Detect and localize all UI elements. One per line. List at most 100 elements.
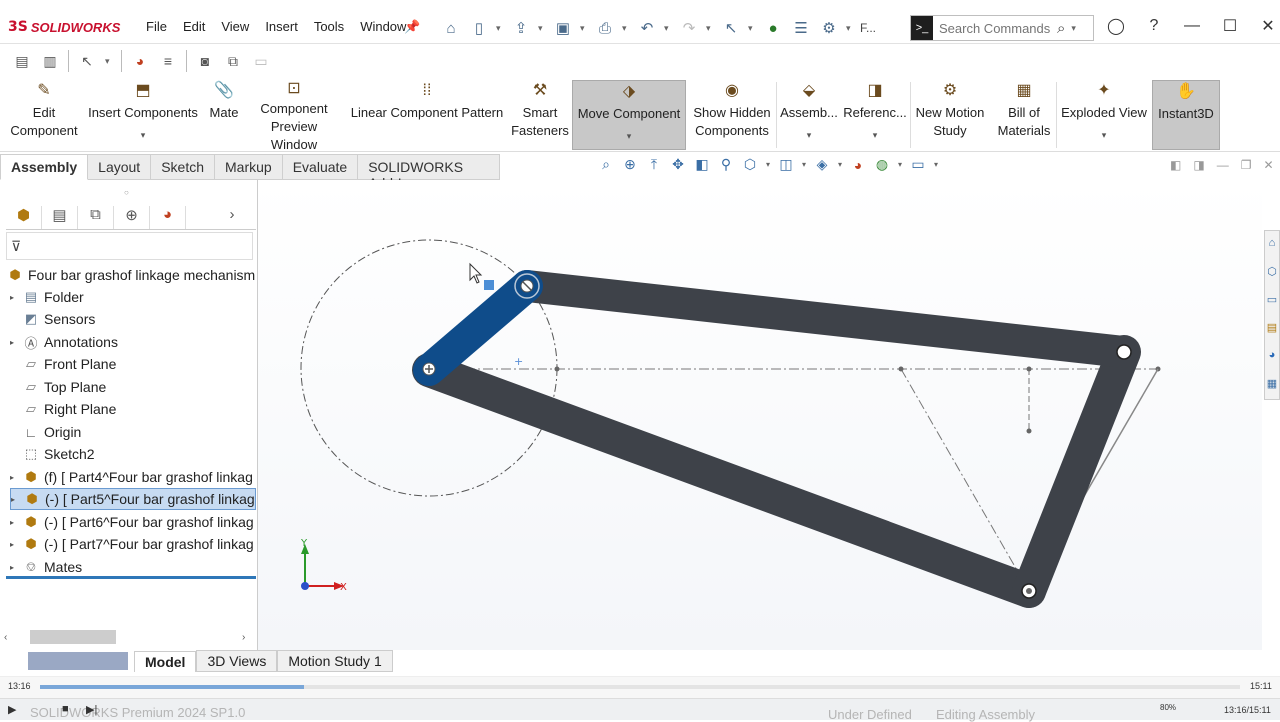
chevron-down-icon[interactable]: ▾ [1102, 130, 1107, 140]
tree-item-folder[interactable]: ▸ ▤ Folder [10, 286, 84, 308]
design-library-icon[interactable]: ⬡ [1265, 259, 1279, 287]
dynamic-annotation-icon[interactable]: ⚲ [716, 156, 736, 173]
tree-item-part7[interactable]: ▸ ⬢ (-) [ Part7^Four bar grashof linkag [10, 533, 256, 555]
graphics-area[interactable]: + Y X [258, 180, 1262, 650]
tree-item-front-plane[interactable]: ▱ Front Plane [10, 353, 116, 375]
chevron-down-icon[interactable]: ▾ [748, 23, 756, 34]
chevron-down-icon[interactable]: ▾ [764, 160, 772, 169]
smart-fasteners-button[interactable]: ⚒ Smart Fasteners [508, 80, 572, 150]
select-icon[interactable]: ↖ [720, 17, 742, 39]
menu-insert[interactable]: Insert [257, 19, 306, 39]
view-settings-icon[interactable]: ▭ [908, 156, 928, 173]
chevron-down-icon[interactable]: ▾ [873, 130, 878, 140]
edit-appearance-icon[interactable]: ◕ [848, 157, 868, 173]
record-icon[interactable]: ▭ [251, 51, 271, 71]
instant3d-button[interactable]: ✋ Instant3D [1152, 80, 1220, 150]
menu-edit[interactable]: Edit [175, 19, 213, 39]
component-preview-window-button[interactable]: ⊡ Component Preview Window [246, 80, 342, 152]
search-icon[interactable]: ⌕ [1057, 20, 1065, 37]
move-component-button[interactable]: ⬗ Move Component ▾ [572, 80, 686, 150]
new-document-icon[interactable]: ▯ [468, 17, 490, 39]
insert-components-button[interactable]: ⬒ Insert Components ▾ [84, 80, 202, 150]
dimxpert-tab-icon[interactable]: ⊕ [114, 206, 150, 229]
chevron-down-icon[interactable]: ▾ [896, 160, 904, 169]
pan-icon[interactable]: ✥ [668, 156, 688, 173]
tree-item-sketch2[interactable]: ⬚ Sketch2 [10, 443, 95, 465]
scroll-left-icon[interactable]: ‹ [4, 632, 16, 643]
stop-icon[interactable]: ■ [62, 703, 69, 715]
open-icon[interactable]: ⇪ [510, 17, 532, 39]
toolbar-icon[interactable]: ▥ [40, 51, 60, 71]
expand-arrow-icon[interactable]: ▸ [10, 563, 22, 572]
chevron-down-icon[interactable]: ▾ [580, 23, 588, 34]
tab-assembly[interactable]: Assembly [0, 154, 89, 180]
rocker-link[interactable] [1012, 335, 1141, 608]
tree-item-mates[interactable]: ▸ ⎊ Mates [10, 556, 82, 578]
tree-item-part6[interactable]: ▸ ⬢ (-) [ Part6^Four bar grashof linkag [10, 511, 256, 533]
previous-view-icon[interactable]: ⤒ [644, 156, 664, 173]
tab-layout[interactable]: Layout [88, 154, 152, 180]
view-palette-icon[interactable]: ▤ [1265, 315, 1279, 343]
chevron-down-icon[interactable]: ▾ [141, 130, 146, 140]
pin-icon[interactable]: 📌 [404, 19, 420, 35]
minimize-button[interactable]: — [1180, 17, 1204, 35]
zoom-to-area-icon[interactable]: ⊕ [620, 156, 640, 173]
tree-item-origin[interactable]: ∟ Origin [10, 421, 82, 443]
file-properties-icon[interactable]: ☰ [790, 17, 812, 39]
search-commands-box[interactable]: >_ ⌕ ▾ [910, 15, 1094, 41]
section-view-icon[interactable]: ◧ [692, 156, 712, 173]
scroll-thumb[interactable] [30, 630, 116, 644]
expand-arrow-icon[interactable]: ▸ [10, 293, 22, 302]
show-hidden-components-button[interactable]: ◉ Show Hidden Components [690, 80, 774, 150]
chevron-down-icon[interactable]: ▾ [538, 23, 546, 34]
traffic-light-icon[interactable]: ● [762, 17, 784, 39]
assembly-features-button[interactable]: ⬙ Assemb... ▾ [778, 80, 840, 150]
expand-panel-icon[interactable]: ◨ [1193, 158, 1204, 172]
ground-link[interactable] [412, 353, 1046, 608]
hide-show-items-icon[interactable]: ◈ [812, 156, 832, 173]
coupler-link[interactable] [511, 270, 1140, 368]
undo-icon[interactable]: ↶ [636, 17, 658, 39]
tab-addins[interactable]: SOLIDWORKS Add-Ins [358, 154, 500, 191]
options-gear-icon[interactable]: ⚙ [818, 17, 840, 39]
tab-model[interactable]: Model [134, 650, 197, 672]
custom-properties-icon[interactable]: ▦ [1265, 371, 1279, 399]
panel-grip-icon[interactable]: ○ [124, 188, 129, 197]
chevron-down-icon[interactable]: ▾ [664, 23, 672, 34]
display-manager-tab-icon[interactable]: ◕ [150, 206, 186, 229]
tree-item-right-plane[interactable]: ▱ Right Plane [10, 398, 116, 420]
zoom-to-fit-icon[interactable]: ⌕ [596, 156, 616, 173]
redo-icon[interactable]: ↷ [678, 17, 700, 39]
chevron-down-icon[interactable]: ▾ [1071, 23, 1079, 34]
viewport-restore-icon[interactable]: ❐ [1241, 158, 1252, 172]
reference-geometry-button[interactable]: ◨ Referenc... ▾ [842, 80, 908, 150]
mate-button[interactable]: 📎 Mate [204, 80, 244, 150]
print-icon[interactable]: ⎙ [594, 17, 616, 39]
truncated-menu-label[interactable]: F... [860, 21, 876, 35]
file-explorer-icon[interactable]: ▭ [1265, 287, 1279, 315]
bill-of-materials-button[interactable]: ▦ Bill of Materials [994, 80, 1054, 150]
expand-arrow-icon[interactable]: ▸ [10, 518, 22, 527]
viewport-minimize-icon[interactable]: — [1217, 158, 1229, 172]
select-arrow-icon[interactable]: ↖ [77, 51, 97, 71]
appearance-icon[interactable]: ◕ [130, 51, 150, 71]
chevron-down-icon[interactable]: ▾ [807, 130, 812, 140]
home-icon[interactable]: ⌂ [440, 17, 462, 39]
camera-icon[interactable]: ◙ [195, 51, 215, 71]
chevron-down-icon[interactable]: ▾ [800, 160, 808, 169]
tree-item-annotations[interactable]: ▸ Ⓐ Annotations [10, 331, 118, 353]
tree-item-part4[interactable]: ▸ ⬢ (f) [ Part4^Four bar grashof linkag [10, 466, 256, 488]
configuration-manager-tab-icon[interactable]: ⧉ [78, 206, 114, 229]
chevron-down-icon[interactable]: ▾ [496, 23, 504, 34]
expand-arrow-icon[interactable]: ▸ [10, 540, 22, 549]
chevron-down-icon[interactable]: ▾ [622, 23, 630, 34]
linear-component-pattern-button[interactable]: ⁞⁞ Linear Component Pattern [348, 80, 506, 150]
expand-arrow-icon[interactable]: ▸ [10, 338, 22, 347]
chevron-right-icon[interactable]: › [214, 206, 250, 229]
tab-navigation-arrows[interactable] [28, 652, 128, 670]
close-button[interactable]: ✕ [1256, 16, 1280, 36]
view-orientation-icon[interactable]: ⬡ [740, 156, 760, 173]
tab-sketch[interactable]: Sketch [151, 154, 216, 180]
save-icon[interactable]: ▣ [552, 17, 574, 39]
selection-handle[interactable] [484, 280, 494, 290]
